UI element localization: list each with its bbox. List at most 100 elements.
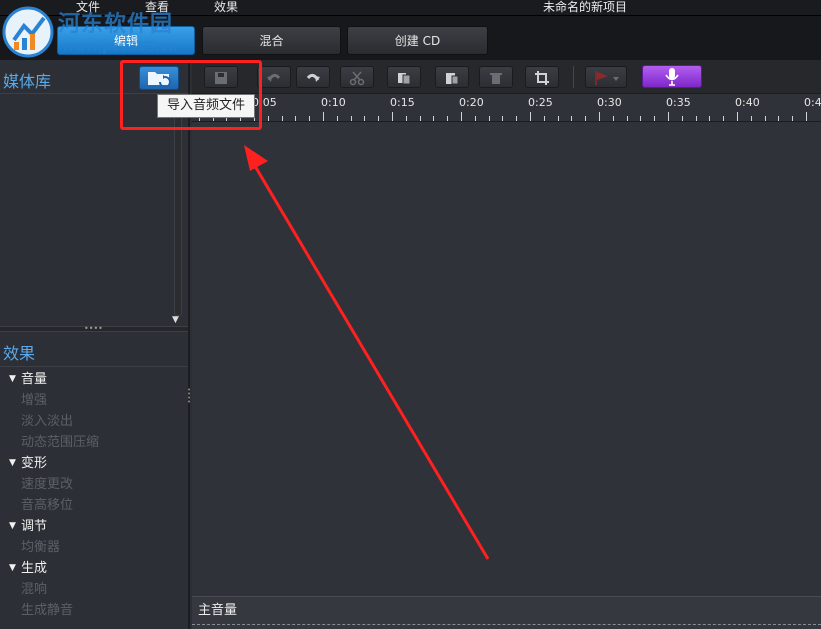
expand-triangle-icon: ▼ xyxy=(9,563,16,573)
crop-icon xyxy=(535,71,549,85)
tree-item-compression[interactable]: 动态范围压缩 xyxy=(0,432,188,453)
ruler-tick xyxy=(378,116,379,121)
ruler-tick xyxy=(599,112,600,121)
tree-category-transform[interactable]: ▼ 变形 xyxy=(0,453,188,474)
panel-splitter[interactable]: •••• xyxy=(0,325,188,333)
ruler-tick xyxy=(737,112,738,121)
record-voice-button[interactable] xyxy=(642,65,702,88)
volume-envelope-line[interactable] xyxy=(192,624,821,625)
ruler-tick xyxy=(502,116,503,121)
ruler-label: 0:35 xyxy=(666,96,691,109)
category-label: 音量 xyxy=(21,372,48,387)
ruler-tick xyxy=(792,116,793,121)
tree-item-equalizer[interactable]: 均衡器 xyxy=(0,537,188,558)
effects-header: 效果 xyxy=(0,334,188,367)
expand-triangle-icon: ▼ xyxy=(9,374,16,384)
ruler-tick xyxy=(751,116,752,121)
menu-effects[interactable]: 效果 xyxy=(214,0,238,16)
ruler-tick xyxy=(654,116,655,121)
ruler-tick xyxy=(433,116,434,121)
timeline-ruler[interactable]: 0:05 0:10 0:15 0:20 0:25 0:30 0:35 0:40 … xyxy=(192,94,821,122)
ruler-tick xyxy=(613,116,614,121)
watermark-logo xyxy=(0,0,62,60)
ruler-tick xyxy=(585,116,586,121)
crop-button[interactable] xyxy=(525,66,559,88)
expand-triangle-icon: ▼ xyxy=(9,458,16,468)
ruler-tick xyxy=(696,116,697,121)
ruler-tick xyxy=(268,116,269,121)
media-scrollbar[interactable] xyxy=(174,98,182,316)
ruler-label: 0:10 xyxy=(321,96,346,109)
ruler-tick xyxy=(295,116,296,121)
ruler-tick xyxy=(461,112,462,121)
effects-title: 效果 xyxy=(3,344,36,363)
category-label: 生成 xyxy=(21,561,48,576)
edit-toolbar xyxy=(192,60,821,94)
microphone-icon xyxy=(665,68,679,86)
left-panel: 媒体库 ▼ •••• 效果 ▼ 音量 增强 淡入淡出 动态范围压缩 ▼ 变形 速度更… xyxy=(0,60,190,629)
ruler-tick xyxy=(530,112,531,121)
tree-category-volume[interactable]: ▼ 音量 xyxy=(0,369,188,390)
category-label: 调节 xyxy=(21,519,48,534)
ruler-tick xyxy=(765,116,766,121)
scissors-icon xyxy=(349,71,365,86)
ruler-tick xyxy=(640,116,641,121)
scroll-down-icon[interactable]: ▼ xyxy=(172,315,179,325)
tab-mix[interactable]: 混合 xyxy=(202,26,341,55)
tree-category-adjust[interactable]: ▼ 调节 xyxy=(0,516,188,537)
ruler-tick xyxy=(806,112,807,121)
ruler-tick xyxy=(351,116,352,121)
cut-button[interactable] xyxy=(340,66,374,88)
trash-icon xyxy=(490,73,502,84)
ruler-tick xyxy=(668,112,669,121)
tab-create-cd[interactable]: 创建 CD xyxy=(347,26,488,55)
paste-button[interactable] xyxy=(435,66,469,88)
ruler-tick xyxy=(392,112,393,121)
category-label: 变形 xyxy=(21,456,48,471)
ruler-tick xyxy=(323,112,324,121)
ruler-tick xyxy=(709,116,710,121)
ruler-tick xyxy=(406,116,407,121)
toolbar-separator xyxy=(573,66,574,88)
ruler-tick xyxy=(627,116,628,121)
redo-button[interactable] xyxy=(296,66,330,88)
ruler-tick xyxy=(282,116,283,121)
expand-triangle-icon: ▼ xyxy=(9,521,16,531)
paste-icon xyxy=(446,73,459,85)
media-library-title: 媒体库 xyxy=(3,72,52,91)
tree-category-generate[interactable]: ▼ 生成 xyxy=(0,558,188,579)
undo-icon xyxy=(267,73,281,82)
tree-item-silence[interactable]: 生成静音 xyxy=(0,600,188,621)
ruler-tick xyxy=(571,116,572,121)
vertical-splitter-grip-icon[interactable]: • • • • xyxy=(187,387,191,406)
ruler-label: 0:45 xyxy=(804,96,821,109)
window-title: 未命名的新项目 xyxy=(542,0,627,14)
marker-button[interactable] xyxy=(585,66,627,88)
flag-icon xyxy=(595,71,619,85)
ruler-tick xyxy=(778,116,779,121)
undo-button[interactable] xyxy=(257,66,291,88)
ruler-tick xyxy=(723,116,724,121)
ruler-label: 0:30 xyxy=(597,96,622,109)
import-tooltip: 导入音频文件 xyxy=(157,94,255,118)
ruler-label: 0:40 xyxy=(735,96,760,109)
ruler-label: 0:25 xyxy=(528,96,553,109)
tree-item-reverb[interactable]: 混响 xyxy=(0,579,188,600)
tree-item-fade[interactable]: 淡入淡出 xyxy=(0,411,188,432)
annotation-arrow-icon xyxy=(244,145,490,560)
master-volume-track[interactable]: 主音量 xyxy=(192,596,821,629)
copy-button[interactable] xyxy=(387,66,421,88)
ruler-tick xyxy=(558,116,559,121)
ruler-tick xyxy=(489,116,490,121)
tree-item-speed[interactable]: 速度更改 xyxy=(0,474,188,495)
ruler-tick xyxy=(309,116,310,121)
ruler-tick xyxy=(420,116,421,121)
ruler-tick xyxy=(544,116,545,121)
ruler-label: 0:15 xyxy=(390,96,415,109)
effects-tree: ▼ 音量 增强 淡入淡出 动态范围压缩 ▼ 变形 速度更改 音高移位 ▼ 调节 均衡器… xyxy=(0,369,188,621)
tree-item-enhance[interactable]: 增强 xyxy=(0,390,188,411)
redo-icon xyxy=(306,73,320,82)
ruler-tick xyxy=(682,116,683,121)
tree-item-pitch[interactable]: 音高移位 xyxy=(0,495,188,516)
delete-button[interactable] xyxy=(479,66,513,88)
